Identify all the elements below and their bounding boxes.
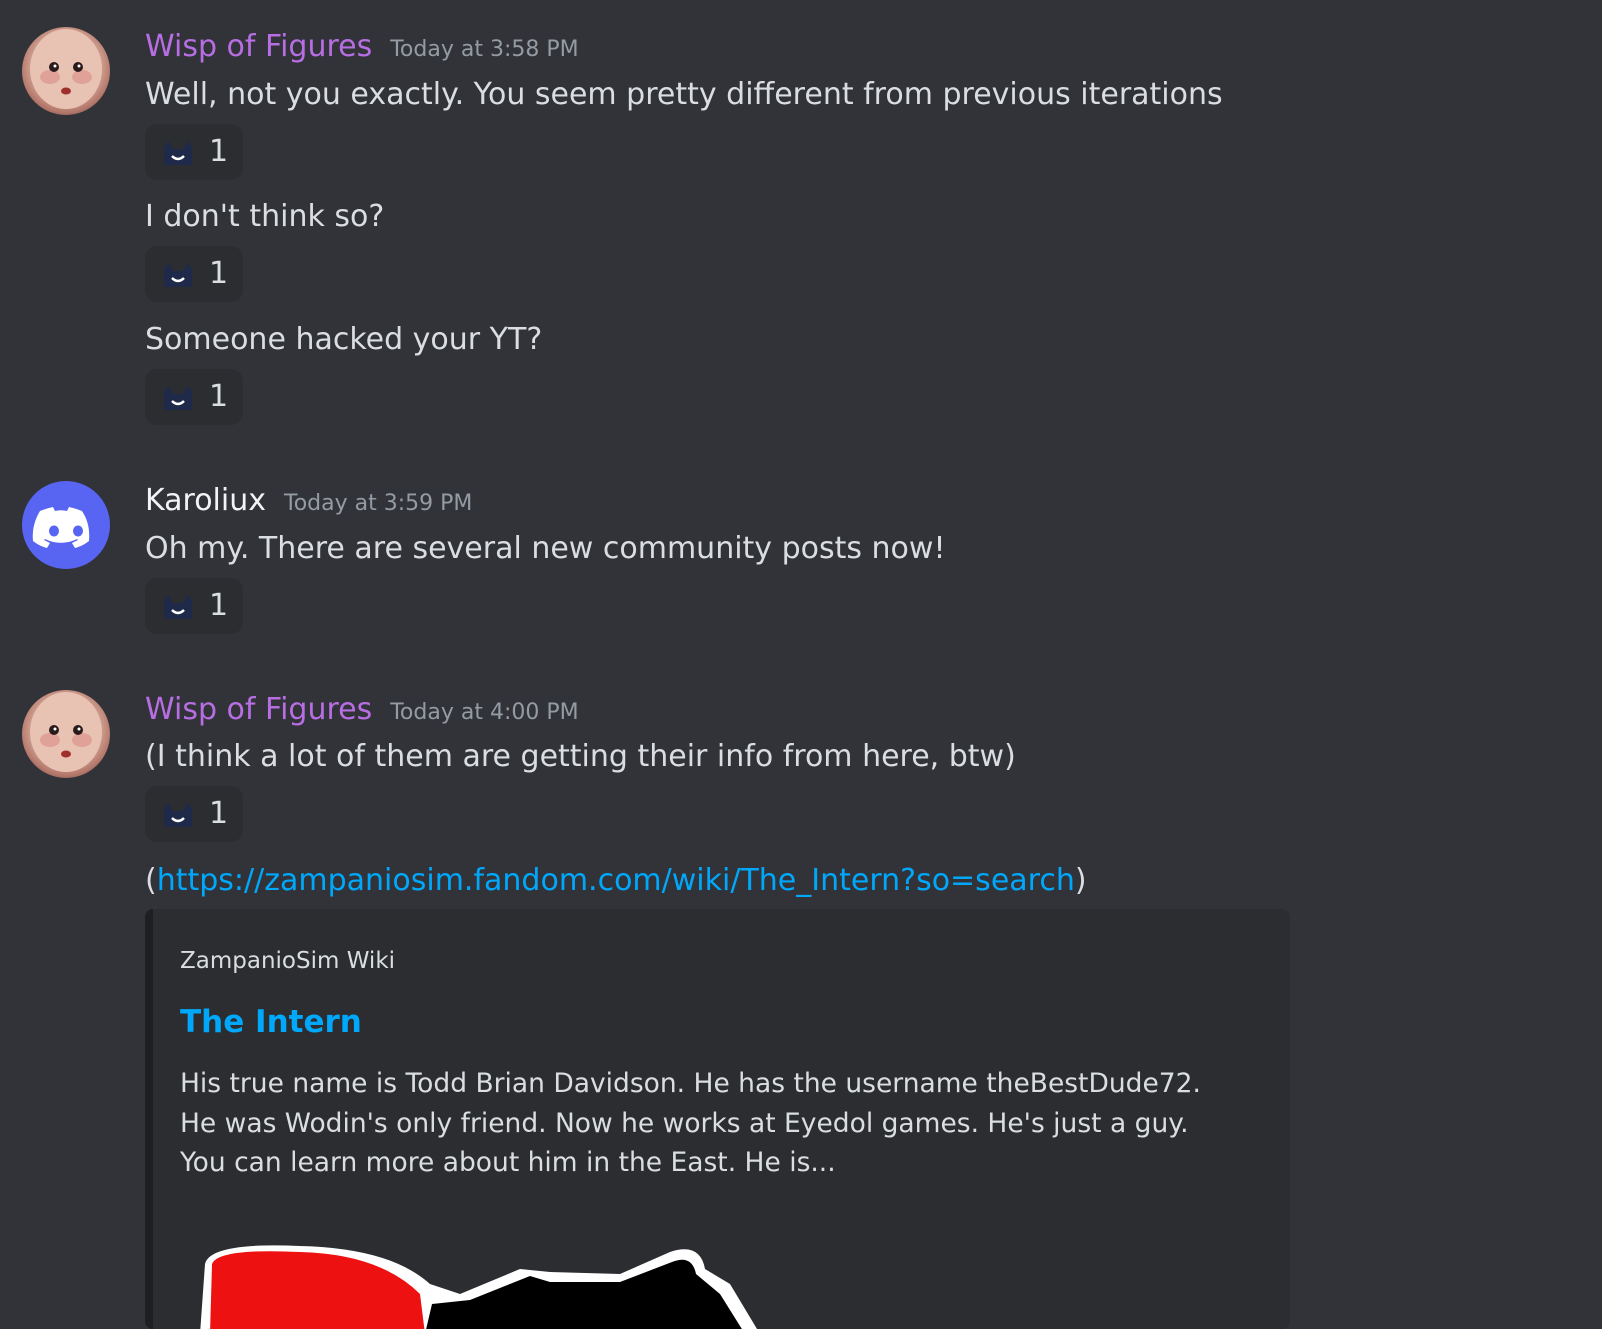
reaction-button[interactable]: 1 [145,246,243,302]
message-text: Oh my. There are several new community p… [145,531,946,566]
reaction-count: 1 [209,796,229,831]
timestamp: Today at 3:59 PM [284,491,473,516]
reaction-button[interactable]: 1 [145,369,243,425]
reaction-button[interactable]: 1 [145,578,243,634]
link-embed: ZampanioSim Wiki The Intern His true nam… [145,909,1290,1329]
message-text: (I think a lot of them are getting their… [145,739,1016,774]
wisp-avatar[interactable] [22,27,110,115]
reaction-count: 1 [209,134,229,169]
hooded-smile-emoji-icon [164,141,192,165]
hooded-smile-emoji-icon [164,803,192,827]
embed-accent-bar [145,909,153,1329]
hooded-smile-emoji-icon [164,595,192,619]
reaction-count: 1 [209,588,229,623]
link-close-paren: ) [1074,863,1087,898]
username[interactable]: Karoliux [145,481,266,521]
timestamp: Today at 4:00 PM [390,700,579,725]
chat-messages: Wisp of Figures Today at 3:58 PM Well, n… [0,0,1602,1329]
discord-logo-icon [32,507,90,548]
reaction-button[interactable]: 1 [145,124,243,180]
embed-provider[interactable]: ZampanioSim Wiki [180,945,395,977]
message-text: Someone hacked your YT? [145,322,543,357]
timestamp: Today at 3:58 PM [390,37,579,62]
message-header: Wisp of Figures Today at 3:58 PM [145,27,579,67]
embed-title[interactable]: The Intern [180,1001,362,1043]
message-header: Karoliux Today at 3:59 PM [145,481,472,521]
embed-description: His true name is Todd Brian Davidson. He… [180,1068,1201,1178]
message-link-line: (https://zampaniosim.fandom.com/wiki/The… [145,861,1087,901]
message-text: Well, not you exactly. You seem pretty d… [145,77,1223,112]
wiki-link[interactable]: https://zampaniosim.fandom.com/wiki/The_… [157,863,1075,898]
reaction-count: 1 [209,379,229,414]
hooded-smile-emoji-icon [164,386,192,410]
karoliux-avatar[interactable] [22,481,110,569]
hooded-smile-emoji-icon [164,263,192,287]
message-text: I don't think so? [145,199,385,234]
embed-image[interactable] [200,1234,900,1329]
username[interactable]: Wisp of Figures [145,690,372,730]
doll-face-icon [30,29,102,109]
wisp-avatar[interactable] [22,690,110,778]
reaction-button[interactable]: 1 [145,786,243,842]
link-open-paren: ( [145,863,157,898]
username[interactable]: Wisp of Figures [145,27,372,67]
reaction-count: 1 [209,256,229,291]
message-header: Wisp of Figures Today at 4:00 PM [145,690,579,730]
doll-face-icon [30,692,102,772]
